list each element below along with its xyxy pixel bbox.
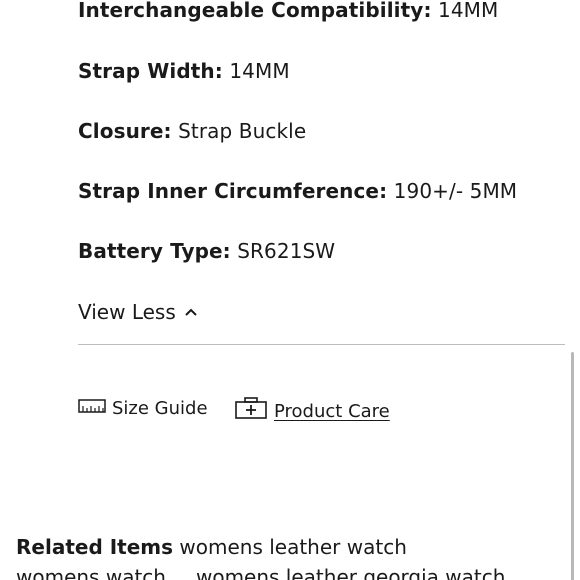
spec-label: Strap Inner Circumference: — [78, 179, 388, 203]
scrollbar[interactable] — [571, 352, 574, 580]
spec-strap-width: Strap Width: 14MM — [78, 59, 290, 83]
related-items-row: womens watch womens leather georgia watc… — [16, 564, 505, 580]
related-items: Related Items womens leather watch — [16, 534, 407, 560]
product-care-label: Product Care — [274, 400, 390, 422]
related-item-link[interactable]: womens watch — [16, 564, 166, 580]
spec-closure: Closure: Strap Buckle — [78, 119, 306, 143]
size-guide-link[interactable]: Size Guide — [78, 396, 208, 421]
view-less-button[interactable]: View Less — [78, 300, 198, 324]
related-item-link[interactable]: womens leather watch — [179, 535, 406, 559]
spec-interchangeable-compatibility: Interchangeable Compatibility: 14MM — [78, 0, 498, 22]
spec-battery-type: Battery Type: SR621SW — [78, 239, 335, 263]
ruler-icon — [78, 396, 106, 421]
spec-strap-inner-circumference: Strap Inner Circumference: 190+/- 5MM — [78, 179, 517, 203]
spec-label: Interchangeable Compatibility: — [78, 0, 432, 22]
spec-value: SR621SW — [237, 239, 336, 263]
product-details-page: Interchangeable Compatibility: 14MM Stra… — [0, 0, 580, 580]
related-items-heading: Related Items — [16, 535, 174, 559]
spec-value: 14MM — [438, 0, 499, 22]
first-aid-kit-icon — [234, 396, 268, 427]
related-item-link[interactable]: womens leather georgia watch — [196, 564, 505, 580]
chevron-up-icon — [184, 307, 198, 317]
spec-label: Battery Type: — [78, 239, 231, 263]
spec-label: Strap Width: — [78, 59, 223, 83]
spec-value: Strap Buckle — [178, 119, 307, 143]
section-divider — [78, 344, 565, 345]
product-care-link[interactable]: Product Care — [234, 396, 390, 427]
spec-value: 14MM — [229, 59, 290, 83]
view-less-label: View Less — [78, 300, 176, 324]
size-guide-label: Size Guide — [112, 397, 208, 419]
spec-label: Closure: — [78, 119, 172, 143]
spec-value: 190+/- 5MM — [393, 179, 518, 203]
